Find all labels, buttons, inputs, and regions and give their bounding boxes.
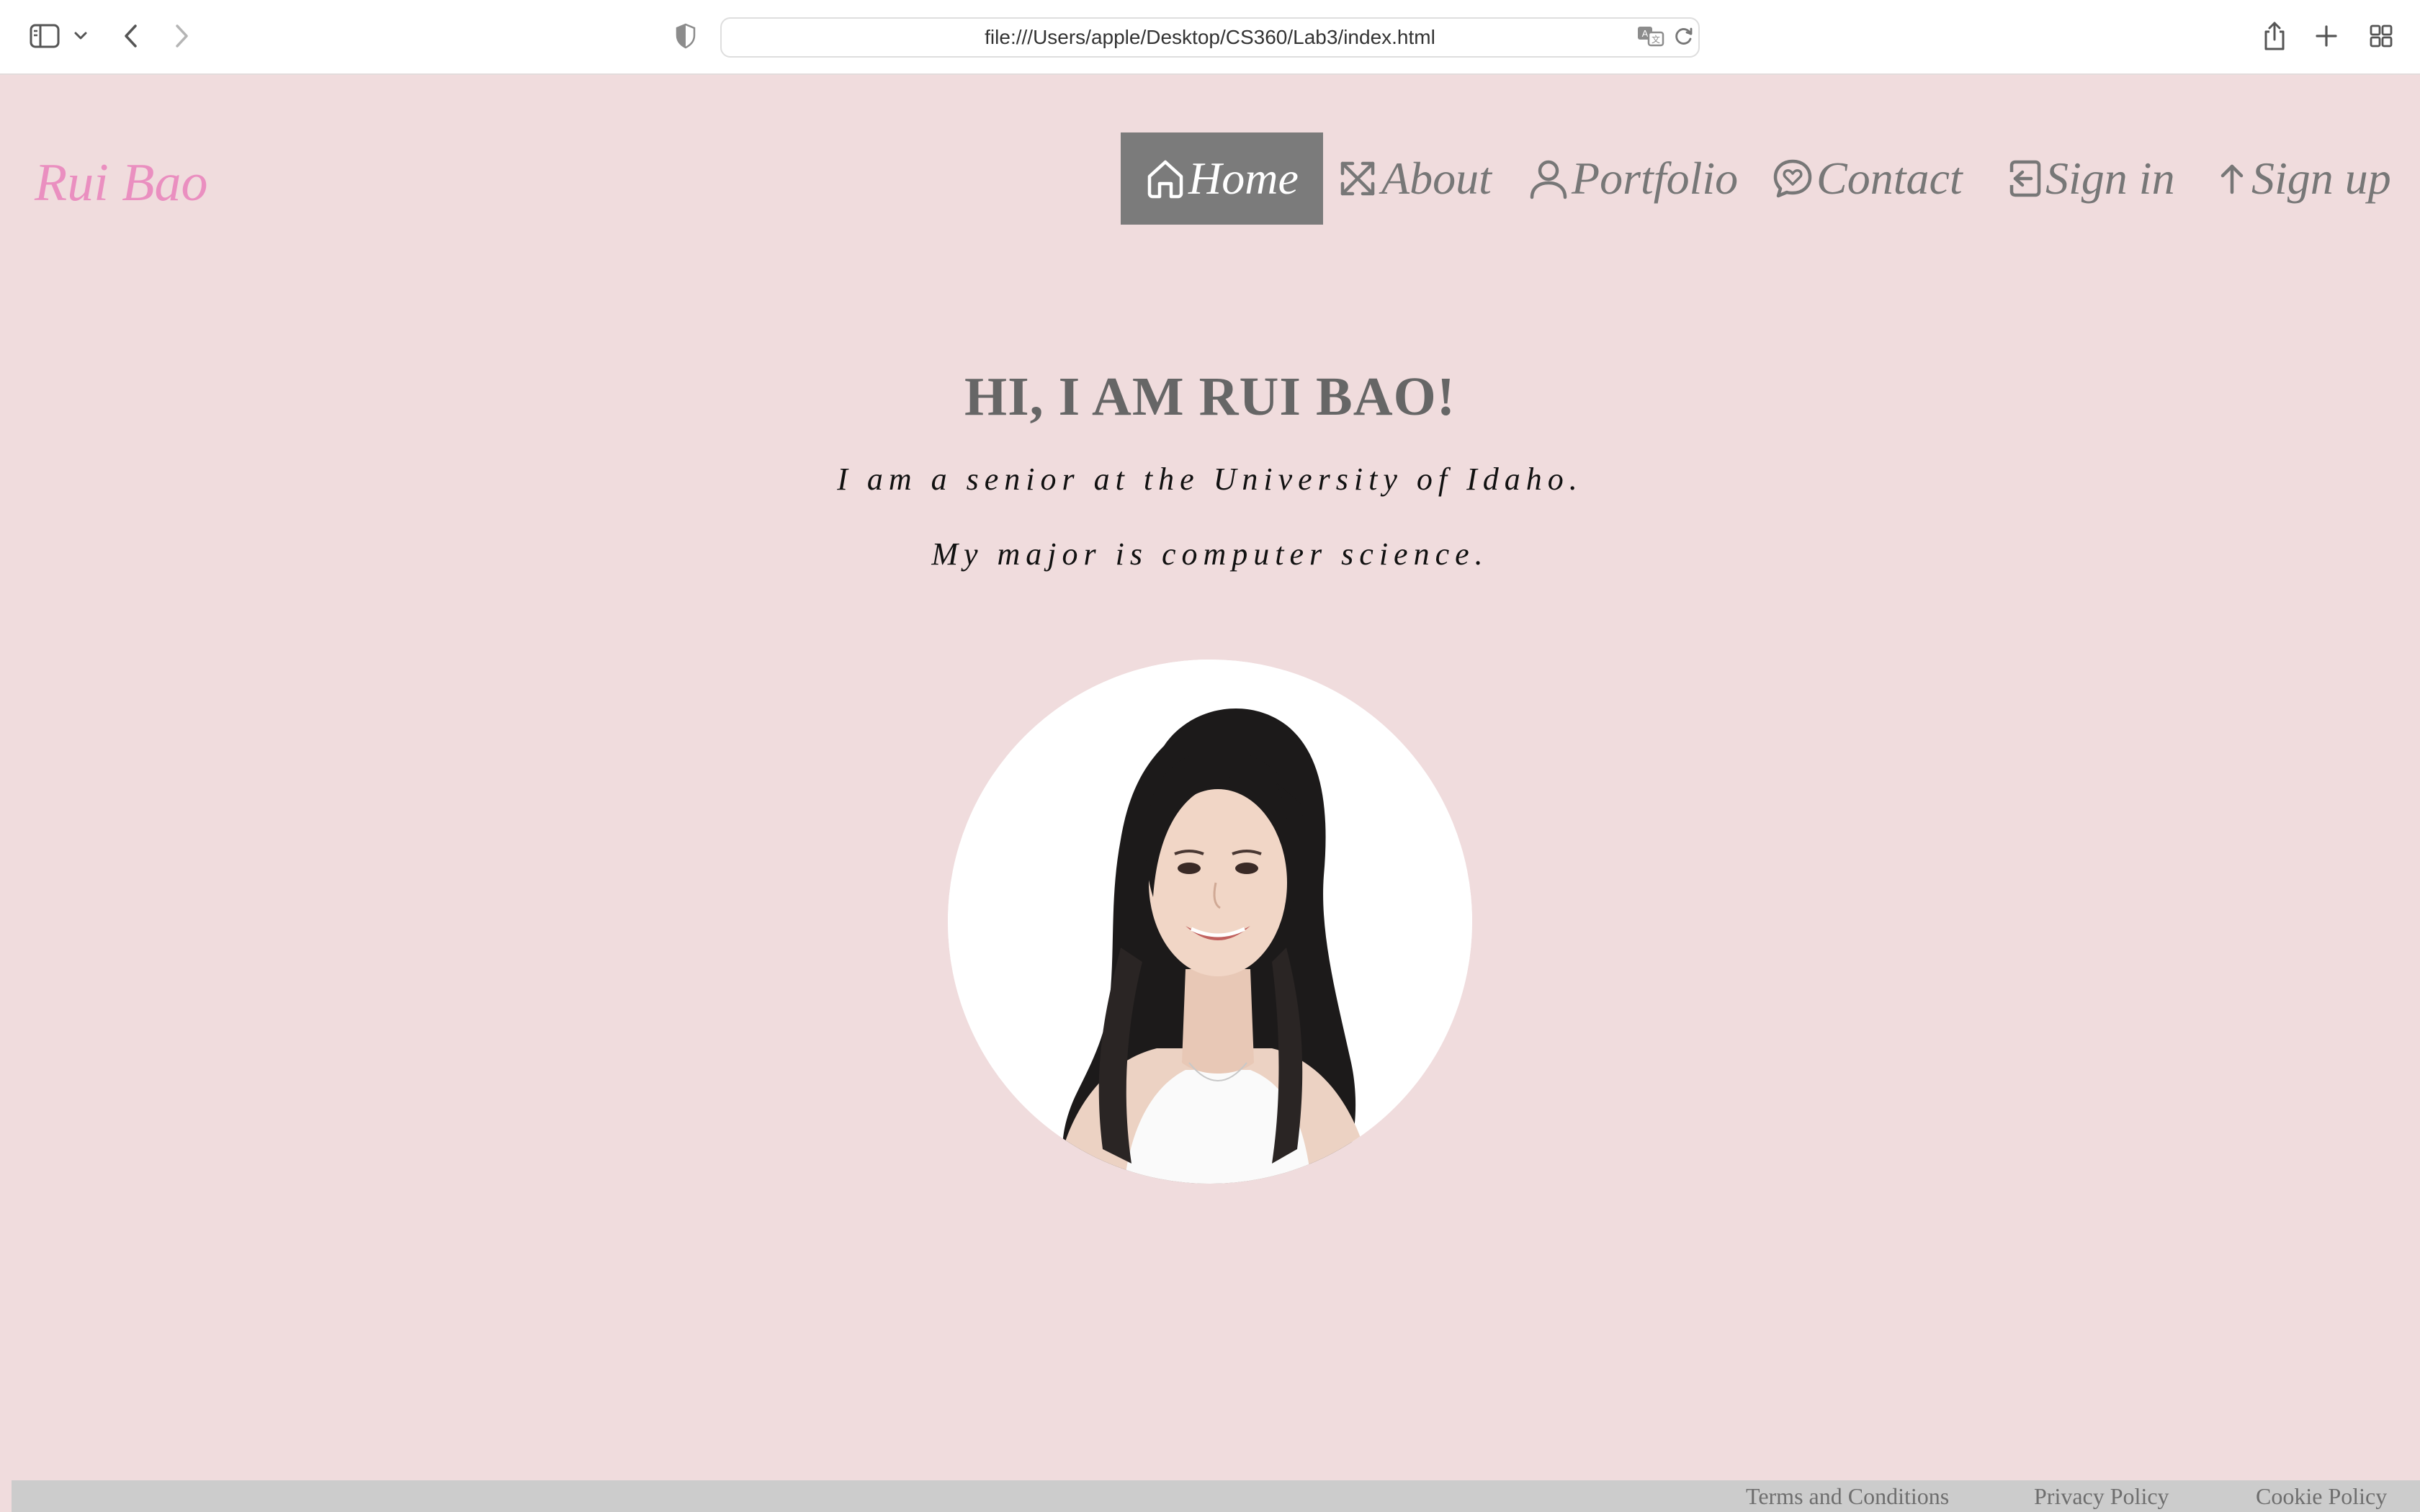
translate-icon[interactable]: A文 [1635, 16, 1667, 56]
nav-contact[interactable]: Contact [1772, 132, 1963, 225]
svg-text:文: 文 [1652, 34, 1660, 45]
forward-arrow-icon[interactable] [167, 16, 196, 56]
brand-logo[interactable]: Rui Bao [35, 153, 207, 214]
nav-sign-up-label: Sign up [2251, 153, 2391, 204]
nav-about-label: About [1381, 153, 1492, 204]
svg-text:A: A [1642, 28, 1649, 39]
nav-portfolio[interactable]: Portfolio [1528, 132, 1738, 225]
home-icon [1145, 158, 1188, 199]
nav-sign-in[interactable]: Sign in [2004, 132, 2175, 225]
profile-photo [948, 660, 1472, 1184]
address-bar[interactable]: file:///Users/apple/Desktop/CS360/Lab3/i… [720, 17, 1700, 58]
hero-title: HI, I AM RUI BAO! [964, 366, 1456, 427]
tab-overview-icon[interactable] [2365, 16, 2397, 56]
main-nav: Home About Portfolio Contact Sign in Sig… [1121, 132, 2403, 225]
footer-cookie-link[interactable]: Cookie Policy [2256, 1480, 2387, 1512]
nav-portfolio-label: Portfolio [1572, 153, 1739, 204]
nav-sign-up[interactable]: Sign up [2215, 132, 2391, 225]
footer-privacy-link[interactable]: Privacy Policy [2034, 1480, 2169, 1512]
arrow-up-icon [2215, 158, 2251, 199]
new-tab-plus-icon[interactable] [2311, 16, 2342, 56]
sidebar-toggle-icon[interactable] [26, 16, 63, 56]
nav-contact-label: Contact [1816, 153, 1963, 204]
url-text: file:///Users/apple/Desktop/CS360/Lab3/i… [985, 26, 1435, 48]
nav-sign-in-label: Sign in [2045, 153, 2175, 204]
footer-terms-link[interactable]: Terms and Conditions [1746, 1480, 1949, 1512]
nav-home-label: Home [1188, 153, 1299, 204]
footer-bar: Terms and Conditions Privacy Policy Cook… [12, 1480, 2420, 1512]
privacy-shield-icon[interactable] [673, 16, 699, 56]
chevron-down-icon[interactable] [71, 16, 91, 56]
back-arrow-icon[interactable] [117, 16, 145, 56]
sign-in-icon [2004, 158, 2045, 199]
hero-major-line: My major is computer science. [931, 536, 1489, 572]
nav-home[interactable]: Home [1121, 132, 1323, 225]
chat-heart-icon [1772, 158, 1816, 199]
browser-toolbar: file:///Users/apple/Desktop/CS360/Lab3/i… [0, 0, 2420, 75]
share-icon[interactable] [2259, 16, 2290, 56]
expand-icon [1337, 158, 1381, 199]
hero-intro-line: I am a senior at the University of Idaho… [837, 462, 1583, 497]
person-icon [1528, 158, 1572, 199]
nav-about[interactable]: About [1337, 132, 1492, 225]
reload-icon[interactable] [1671, 16, 1697, 56]
